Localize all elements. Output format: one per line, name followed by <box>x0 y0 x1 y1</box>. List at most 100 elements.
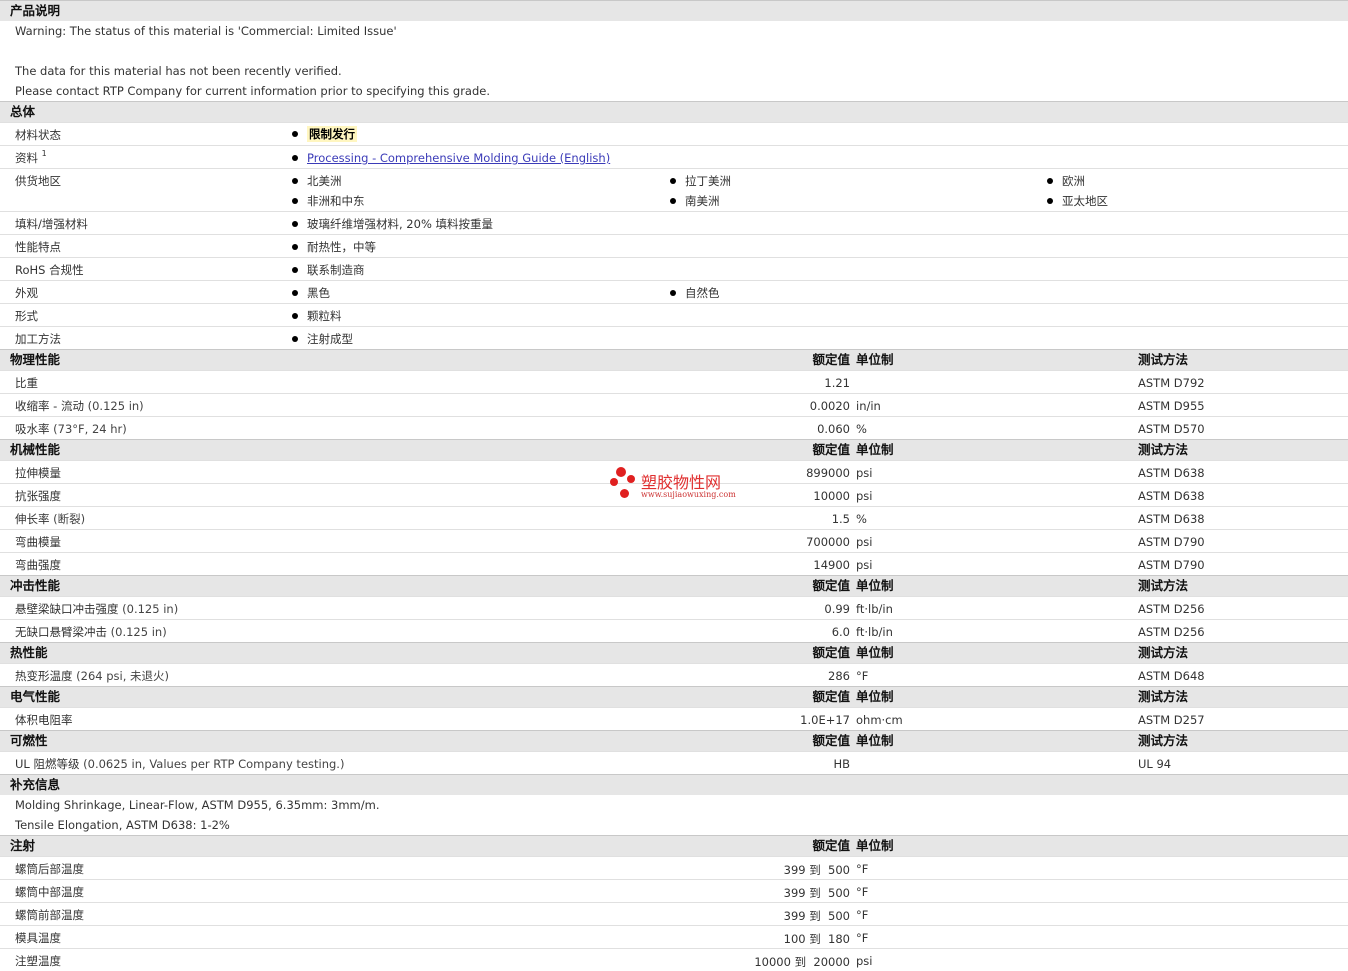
property-value: 1.5 <box>831 512 850 526</box>
property-name: 弯曲模量 <box>15 535 61 549</box>
contact-line: Please contact RTP Company for current i… <box>15 84 490 98</box>
property-method: ASTM D955 <box>1138 399 1205 413</box>
appearance-bullet: 黑色 <box>292 285 330 301</box>
property-name: 悬壁梁缺口冲击强度 <box>15 602 119 616</box>
property-unit: °F <box>856 862 869 876</box>
method-bullet: 注射成型 <box>292 331 353 347</box>
property-value: 0.99 <box>824 602 850 616</box>
property-name: 无缺口悬臂梁冲击 <box>15 625 107 639</box>
property-label: 吸水率 (73°F, 24 hr) <box>15 421 127 437</box>
section-flammability: 可燃性 额定值 单位制 测试方法 <box>0 730 1348 751</box>
row-status: 材料状态 限制发行 <box>0 122 1348 145</box>
bullet-icon <box>292 290 298 296</box>
additional-line: Molding Shrinkage, Linear-Flow, ASTM D95… <box>15 798 380 812</box>
docs-footnote: 1 <box>41 149 47 158</box>
row-label: 材料状态 <box>15 128 61 142</box>
filler-value: 玻璃纤维增强材料, 20% 填料按重量 <box>307 217 494 231</box>
property-row: 热变形温度 (264 psi, 未退火) 286 °F ASTM D648 <box>0 663 1348 686</box>
rohs-bullet: 联系制造商 <box>292 262 365 278</box>
property-value: 700000 <box>806 535 850 549</box>
property-unit: ohm·cm <box>856 713 903 727</box>
docs-bullet: Processing - Comprehensive Molding Guide… <box>292 151 610 165</box>
property-name: 体积电阻率 <box>15 713 73 727</box>
property-condition: (264 psi, 未退火) <box>76 669 170 683</box>
property-name: 收缩率 - 流动 <box>15 399 84 413</box>
region-item: 非洲和中东 <box>292 193 365 209</box>
property-name: 弯曲强度 <box>15 558 61 572</box>
status-bullet: 限制发行 <box>292 126 357 142</box>
property-row: 模具温度 100 到 180 °F <box>0 925 1348 948</box>
property-unit: ft·lb/in <box>856 625 893 639</box>
property-label: 拉伸模量 <box>15 465 61 481</box>
property-method: ASTM D648 <box>1138 669 1205 683</box>
property-label: 体积电阻率 <box>15 712 73 728</box>
features-value: 耐热性，中等 <box>307 240 376 254</box>
property-name: 吸水率 <box>15 422 50 436</box>
property-row: 螺筒中部温度 399 到 500 °F <box>0 879 1348 902</box>
property-label: 伸长率 (断裂) <box>15 511 85 527</box>
section-thermal: 热性能 额定值 单位制 测试方法 <box>0 642 1348 663</box>
property-unit: °F <box>856 885 869 899</box>
header-value: 额定值 <box>812 838 850 853</box>
row-form: 形式 颗粒料 <box>0 303 1348 326</box>
header-unit: 单位制 <box>856 689 894 704</box>
section-title: 补充信息 <box>10 777 61 792</box>
status-value: 限制发行 <box>307 126 357 142</box>
row-label: 填料/增强材料 <box>15 217 88 231</box>
property-value: 286 <box>828 669 850 683</box>
header-value: 额定值 <box>812 352 850 367</box>
property-name: 抗张强度 <box>15 489 61 503</box>
section-title: 注射 <box>10 838 36 853</box>
header-method: 测试方法 <box>1138 733 1189 748</box>
section-impact: 冲击性能 额定值 单位制 测试方法 <box>0 575 1348 596</box>
region-item: 拉丁美洲 <box>670 173 731 189</box>
section-title: 热性能 <box>10 645 48 660</box>
property-value: 14900 <box>813 558 850 572</box>
bullet-icon <box>292 198 298 204</box>
property-method: ASTM D792 <box>1138 376 1205 390</box>
property-label: 注塑温度 <box>15 954 61 968</box>
property-row: 螺筒前部温度 399 到 500 °F <box>0 902 1348 925</box>
property-condition: (0.125 in) <box>122 602 179 616</box>
section-title: 可燃性 <box>10 733 48 748</box>
property-name: 比重 <box>15 376 38 390</box>
header-unit: 单位制 <box>856 838 894 853</box>
bullet-icon <box>292 313 298 319</box>
property-name: 热变形温度 <box>15 669 73 683</box>
property-method: ASTM D790 <box>1138 558 1205 572</box>
section-title: 电气性能 <box>10 689 61 704</box>
property-value: 0.0020 <box>809 399 850 413</box>
property-value: 100 到 180 <box>783 932 850 946</box>
property-row: 悬壁梁缺口冲击强度 (0.125 in) 0.99 ft·lb/in ASTM D25… <box>0 596 1348 619</box>
property-method: ASTM D790 <box>1138 535 1205 549</box>
section-title: 冲击性能 <box>10 578 61 593</box>
property-label: 模具温度 <box>15 931 61 945</box>
region-label: 北美洲 <box>307 174 342 188</box>
property-value: 6.0 <box>831 625 850 639</box>
property-unit: psi <box>856 558 873 572</box>
header-unit: 单位制 <box>856 442 894 457</box>
region-item: 南美洲 <box>670 193 720 209</box>
section-mechanical: 机械性能 额定值 单位制 测试方法 <box>0 439 1348 460</box>
property-unit: psi <box>856 535 873 549</box>
property-unit: °F <box>856 669 869 683</box>
property-row: 弯曲模量 700000 psi ASTM D790 <box>0 529 1348 552</box>
processing-guide-link[interactable]: Processing - Comprehensive Molding Guide… <box>307 151 610 165</box>
bullet-icon <box>1047 198 1053 204</box>
property-row: 收缩率 - 流动 (0.125 in) 0.0020 in/in ASTM D955 <box>0 393 1348 416</box>
rohs-value: 联系制造商 <box>307 263 365 277</box>
row-label: 供货地区 <box>15 174 61 188</box>
property-label: 收缩率 - 流动 (0.125 in) <box>15 398 144 414</box>
property-name: 拉伸模量 <box>15 466 61 480</box>
section-electrical: 电气性能 额定值 单位制 测试方法 <box>0 686 1348 707</box>
header-unit: 单位制 <box>856 733 894 748</box>
header-value: 额定值 <box>812 645 850 660</box>
property-unit: psi <box>856 489 873 503</box>
header-unit: 单位制 <box>856 645 894 660</box>
bullet-icon <box>292 178 298 184</box>
region-label: 非洲和中东 <box>307 194 365 208</box>
property-value: 10000 <box>813 489 850 503</box>
row-docs: 资料 1 Processing - Comprehensive Molding … <box>0 145 1348 168</box>
property-label: 悬壁梁缺口冲击强度 (0.125 in) <box>15 601 178 617</box>
